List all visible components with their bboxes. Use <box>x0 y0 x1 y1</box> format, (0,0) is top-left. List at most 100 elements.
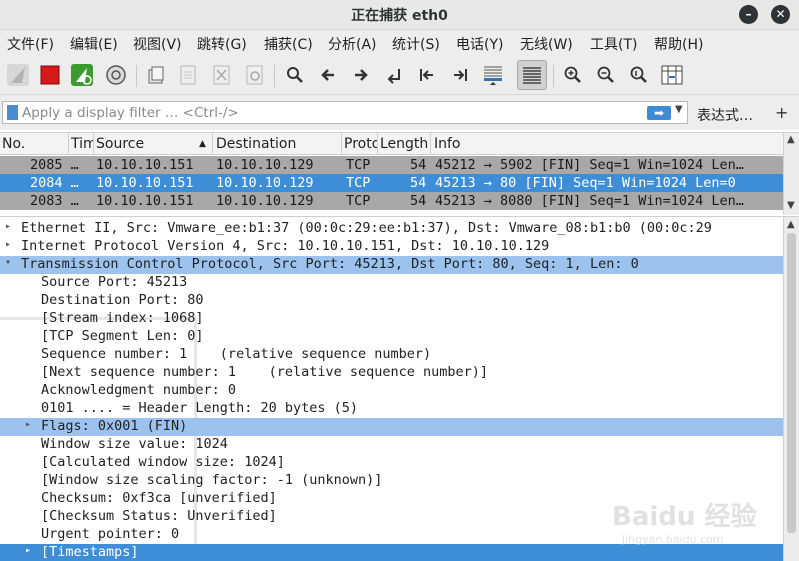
reload-file-icon[interactable] <box>240 60 270 90</box>
stop-capture-icon[interactable] <box>35 60 65 90</box>
minimize-button[interactable]: – <box>739 5 758 24</box>
watermark-url: jingyan.baidu.com <box>621 533 724 546</box>
detail-row-header-length[interactable]: 0101 .... = Header Length: 20 bytes (5) <box>0 400 783 418</box>
cell-protocol: TCP <box>346 175 371 191</box>
resize-columns-icon[interactable] <box>657 60 687 90</box>
cell-info: 45213 → 80 [FIN] Seq=1 Win=1024 Len=0 <box>435 175 736 191</box>
go-first-packet-icon[interactable] <box>412 60 442 90</box>
scroll-thumb[interactable] <box>787 233 796 533</box>
capture-options-icon[interactable] <box>101 60 131 90</box>
cell-source: 10.10.10.151 <box>96 193 194 209</box>
column-header-info[interactable]: Info <box>434 136 774 152</box>
go-forward-icon[interactable] <box>346 60 376 90</box>
cell-no: 2084 … <box>30 175 79 191</box>
filter-history-dropdown-icon[interactable]: ▼ <box>675 104 683 115</box>
details-scrollbar[interactable]: ▲ <box>783 217 799 561</box>
expand-arrow-icon[interactable]: ▸ <box>25 419 31 430</box>
detail-row-window-size[interactable]: Window size value: 1024 <box>0 436 783 454</box>
colorize-icon[interactable] <box>517 60 547 90</box>
detail-row-ethernet[interactable]: ▸ Ethernet II, Src: Vmware_ee:b1:37 (00:… <box>0 220 783 238</box>
packet-row-selected[interactable]: 2084 … 10.10.10.151 10.10.10.129 TCP 54 … <box>0 174 783 192</box>
collapse-arrow-icon[interactable]: ▾ <box>5 257 11 268</box>
detail-row-destination-port[interactable]: Destination Port: 80 <box>0 292 783 310</box>
main-toolbar <box>0 57 799 95</box>
detail-row-sequence-number[interactable]: Sequence number: 1 (relative sequence nu… <box>0 346 783 364</box>
go-back-icon[interactable] <box>313 60 343 90</box>
menu-telephony[interactable]: 电话(Y) <box>456 34 503 54</box>
column-header-destination[interactable]: Destination <box>216 136 340 152</box>
apply-filter-button[interactable]: ➡ <box>647 106 671 120</box>
column-header-source[interactable]: Source <box>96 136 196 152</box>
detail-row-tcp[interactable]: ▾ Transmission Control Protocol, Src Por… <box>0 256 783 274</box>
cell-length: 54 <box>410 175 427 191</box>
detail-text: Checksum: 0xf3ca [unverified] <box>41 490 277 506</box>
expand-arrow-icon[interactable]: ▸ <box>5 221 11 232</box>
display-filter-input[interactable] <box>22 103 632 122</box>
zoom-out-icon[interactable] <box>591 60 621 90</box>
scroll-down-icon[interactable]: ▼ <box>787 200 795 211</box>
detail-row-scaling-factor[interactable]: [Window size scaling factor: -1 (unknown… <box>0 472 783 490</box>
bookmark-icon[interactable] <box>7 105 18 120</box>
menu-go[interactable]: 跳转(G) <box>197 34 247 54</box>
watermark-brand: Baidu 经验 <box>612 501 756 532</box>
close-button[interactable]: ✕ <box>771 5 790 24</box>
packet-list-scrollbar[interactable]: ▲ ▼ <box>783 133 799 215</box>
detail-text: 0101 .... = Header Length: 20 bytes (5) <box>41 400 358 416</box>
go-to-packet-icon[interactable] <box>379 60 409 90</box>
detail-text: [Checksum Status: Unverified] <box>41 508 277 524</box>
column-header-protocol[interactable]: Protocol <box>344 136 377 152</box>
auto-scroll-icon[interactable] <box>478 60 508 90</box>
cell-no: 2085 … <box>30 157 79 173</box>
detail-row-calculated-window[interactable]: [Calculated window size: 1024] <box>0 454 783 472</box>
add-filter-button[interactable]: + <box>775 103 788 122</box>
scroll-up-icon[interactable]: ▲ <box>787 219 795 230</box>
cell-info: 45213 → 8080 [FIN] Seq=1 Win=1024 Len… <box>435 193 744 209</box>
save-file-icon[interactable] <box>173 60 203 90</box>
detail-row-ack-number[interactable]: Acknowledgment number: 0 <box>0 382 783 400</box>
expand-arrow-icon[interactable]: ▸ <box>5 239 11 250</box>
detail-row-stream-index[interactable]: [Stream index: 1068] <box>0 310 783 328</box>
expression-button[interactable]: 表达式… <box>697 105 753 125</box>
find-packet-icon[interactable] <box>280 60 310 90</box>
cell-info: 45212 → 5902 [FIN] Seq=1 Win=1024 Len… <box>435 157 744 173</box>
cell-destination: 10.10.10.129 <box>216 193 314 209</box>
expand-arrow-icon[interactable]: ▸ <box>25 545 31 556</box>
cell-length: 54 <box>410 193 427 209</box>
packet-row[interactable]: 2085 … 10.10.10.151 10.10.10.129 TCP 54 … <box>0 156 783 174</box>
scroll-up-icon[interactable]: ▲ <box>787 134 795 145</box>
detail-row-ipv4[interactable]: ▸ Internet Protocol Version 4, Src: 10.1… <box>0 238 783 256</box>
packet-row[interactable]: 2083 … 10.10.10.151 10.10.10.129 TCP 54 … <box>0 192 783 210</box>
packet-list-header: No. Time Source ▲ Destination Protocol L… <box>0 133 783 155</box>
detail-row-source-port[interactable]: Source Port: 45213 <box>0 274 783 292</box>
go-last-packet-icon[interactable] <box>445 60 475 90</box>
detail-row-next-sequence[interactable]: [Next sequence number: 1 (relative seque… <box>0 364 783 382</box>
column-header-length[interactable]: Length <box>380 136 430 152</box>
open-file-icon[interactable] <box>141 60 171 90</box>
detail-text: [Window size scaling factor: -1 (unknown… <box>41 472 383 488</box>
detail-text: Window size value: 1024 <box>41 436 228 452</box>
close-file-icon[interactable] <box>207 60 237 90</box>
menu-statistics[interactable]: 统计(S) <box>392 34 440 54</box>
zoom-normal-icon[interactable] <box>624 60 654 90</box>
menu-help[interactable]: 帮助(H) <box>654 34 703 54</box>
shark-fin-start-icon[interactable] <box>3 60 33 90</box>
menu-view[interactable]: 视图(V) <box>133 34 182 54</box>
restart-capture-icon[interactable] <box>67 60 97 90</box>
menu-wireless[interactable]: 无线(W) <box>520 34 573 54</box>
zoom-in-icon[interactable] <box>558 60 588 90</box>
detail-row-segment-len[interactable]: [TCP Segment Len: 0] <box>0 328 783 346</box>
menu-file[interactable]: 文件(F) <box>7 34 54 54</box>
cell-destination: 10.10.10.129 <box>216 175 314 191</box>
sort-ascending-icon: ▲ <box>199 139 206 149</box>
menu-analyze[interactable]: 分析(A) <box>328 34 377 54</box>
filter-bar: ➡ ▼ 表达式… + <box>0 95 799 130</box>
column-header-no[interactable]: No. <box>2 136 66 152</box>
menu-edit[interactable]: 编辑(E) <box>70 34 118 54</box>
detail-text: Urgent pointer: 0 <box>41 526 180 542</box>
menu-tools[interactable]: 工具(T) <box>590 34 637 54</box>
column-header-time[interactable]: Time <box>71 136 93 152</box>
detail-row-flags[interactable]: ▸ Flags: 0x001 (FIN) <box>0 418 783 436</box>
menu-capture[interactable]: 捕获(C) <box>264 34 313 54</box>
detail-text: Transmission Control Protocol, Src Port:… <box>21 256 639 272</box>
packet-list: No. Time Source ▲ Destination Protocol L… <box>0 132 799 215</box>
